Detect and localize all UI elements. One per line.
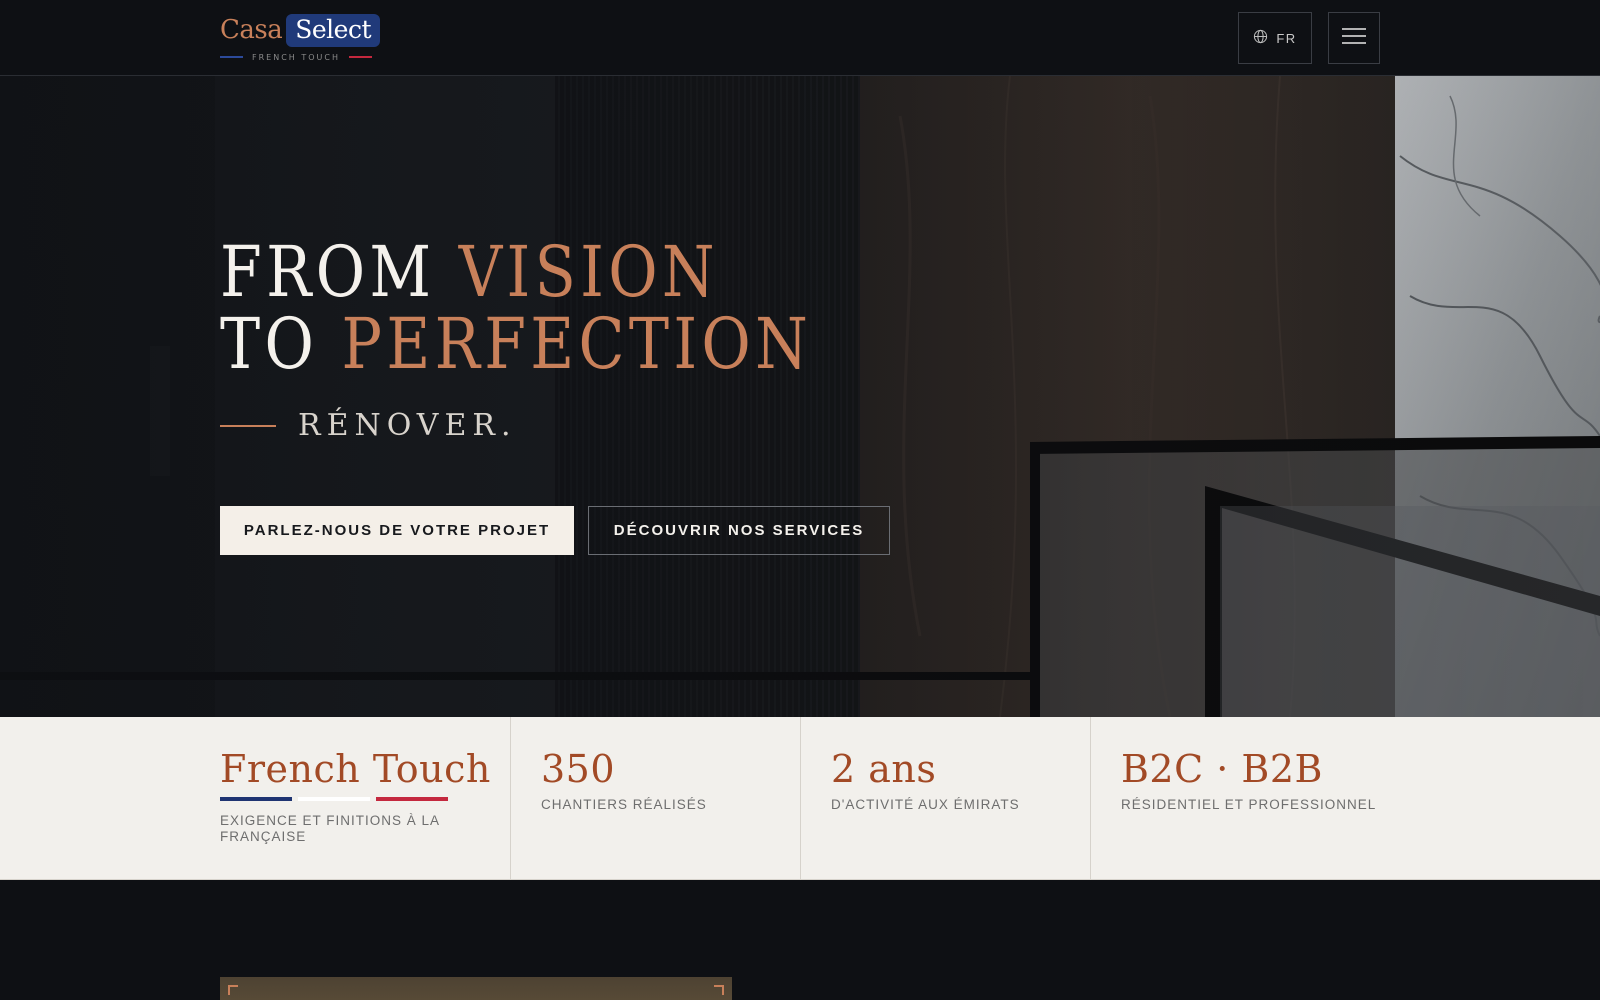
hero-subtitle-row: RÉNOVER. <box>220 406 517 446</box>
language-button[interactable]: FR <box>1238 12 1312 64</box>
flag-stripe-white <box>298 797 370 801</box>
french-flag-bar <box>220 797 448 801</box>
corner-mark <box>714 985 724 995</box>
stat-value: French Touch <box>220 747 491 791</box>
logo-line-blue <box>220 56 243 58</box>
logo-tagline-row: FRENCH TOUCH <box>220 52 372 62</box>
hero-title-line1-accent: VISION <box>458 231 719 313</box>
hero-title-line1-plain: FROM <box>220 231 459 313</box>
hamburger-menu-icon <box>1342 27 1366 49</box>
logo-select: Select <box>286 13 381 47</box>
stat-label: RÉSIDENTIEL ET PROFESSIONNEL <box>1121 797 1377 812</box>
hero-section: FROM VISION TO PERFECTION RÉNOVER. PARLE… <box>0 76 1600 717</box>
logo-line-red <box>348 56 372 58</box>
site-header: Casa Select FRENCH TOUCH FR <box>0 0 1600 76</box>
hero-subtitle: RÉNOVER. <box>298 408 517 443</box>
flag-stripe-blue <box>220 797 292 801</box>
hero-subtitle-rule <box>220 425 276 427</box>
hero-overlay <box>0 76 1600 717</box>
contact-project-button[interactable]: PARLEZ-NOUS DE VOTRE PROJET <box>220 506 574 555</box>
hero-title-line2-accent: PERFECTION <box>341 303 813 385</box>
stat-value: 350 <box>541 747 616 791</box>
hero-title-line2-plain: TO <box>220 303 342 385</box>
logo-tagline: FRENCH TOUCH <box>252 52 340 62</box>
stat-chantiers: 350 CHANTIERS RÉALISÉS <box>511 717 801 880</box>
stat-french-touch: French Touch EXIGENCE ET FINITIONS À LA … <box>0 717 510 880</box>
logo-wordmark: Casa Select <box>220 13 381 47</box>
globe-icon <box>1253 29 1268 47</box>
stat-segments: B2C · B2B RÉSIDENTIEL ET PROFESSIONNEL <box>1091 717 1491 880</box>
stat-value: B2C · B2B <box>1121 747 1323 791</box>
menu-button[interactable] <box>1328 12 1380 64</box>
next-section <box>0 880 1600 1000</box>
discover-services-button[interactable]: DÉCOUVRIR NOS SERVICES <box>588 506 890 555</box>
hero-title: FROM VISION TO PERFECTION <box>220 236 812 380</box>
flag-stripe-red <box>376 797 448 801</box>
media-card-image <box>220 977 732 1000</box>
corner-mark <box>228 985 238 995</box>
stat-label: EXIGENCE ET FINITIONS À LA FRANÇAISE <box>220 813 440 844</box>
brand-logo[interactable]: Casa Select FRENCH TOUCH <box>220 13 381 63</box>
stats-band: French Touch EXIGENCE ET FINITIONS À LA … <box>0 717 1600 880</box>
language-label: FR <box>1276 30 1297 46</box>
stat-years: 2 ans D'ACTIVITÉ AUX ÉMIRATS <box>801 717 1091 880</box>
stat-label: CHANTIERS RÉALISÉS <box>541 797 707 812</box>
stat-value: 2 ans <box>831 747 937 791</box>
stat-label: D'ACTIVITÉ AUX ÉMIRATS <box>831 797 1020 812</box>
logo-casa: Casa <box>220 15 283 45</box>
